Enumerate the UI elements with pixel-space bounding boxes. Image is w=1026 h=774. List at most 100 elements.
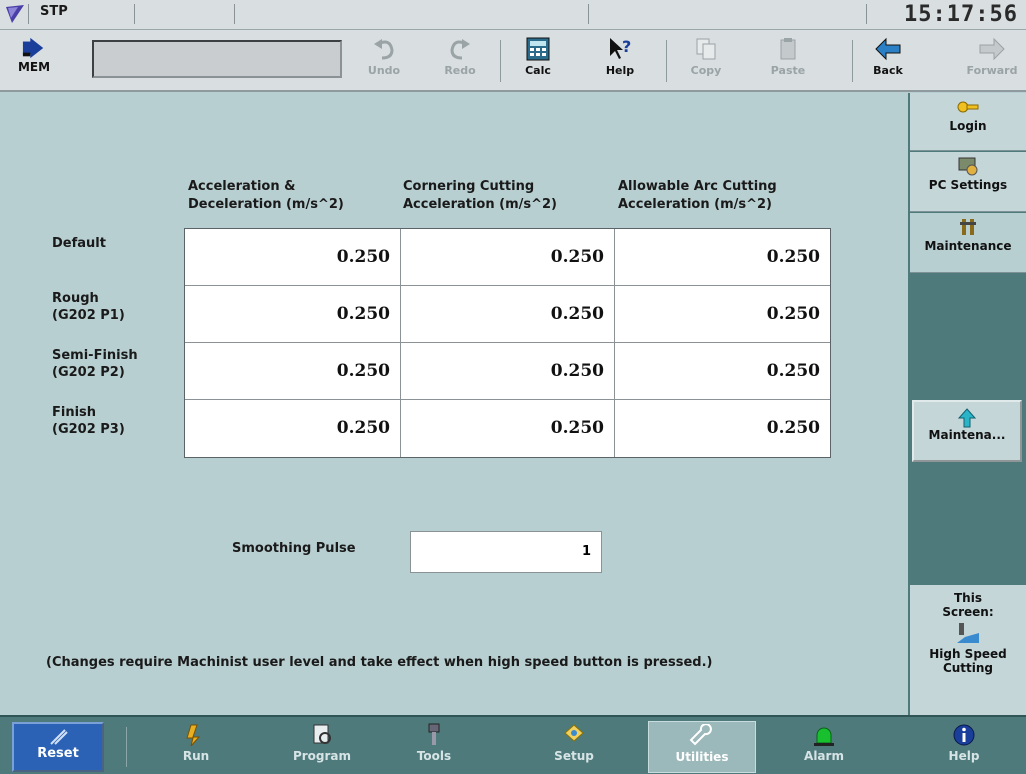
status-divider — [28, 4, 29, 24]
pc-settings-icon — [958, 157, 978, 176]
this-screen-indicator: This Screen: High Speed Cutting — [910, 585, 1026, 715]
tools-icon — [428, 723, 440, 745]
help-label: Help — [605, 64, 635, 77]
setup-icon — [564, 724, 584, 742]
nav-run[interactable]: Run — [142, 721, 250, 773]
svg-text:?: ? — [622, 37, 631, 56]
screen-name-line: High Speed — [929, 647, 1007, 661]
screen-name-line: Cutting — [942, 661, 994, 675]
arrow-right-icon — [22, 37, 44, 59]
calc-label: Calc — [525, 64, 551, 77]
row-label-line: (G202 P3) — [52, 422, 125, 437]
info-note: (Changes require Machinist user level an… — [46, 655, 713, 670]
reset-label: Reset — [37, 746, 79, 761]
smoothing-pulse-label: Smoothing Pulse — [232, 541, 356, 556]
nav-program[interactable]: Program — [268, 721, 376, 773]
maintenance-label: Maintenance — [924, 239, 1012, 253]
column-header-line: Allowable Arc Cutting — [618, 179, 777, 194]
forward-arrow-icon — [979, 37, 1005, 61]
row-label-line: (G202 P2) — [52, 365, 125, 380]
alarm-light-icon — [814, 727, 834, 746]
run-icon — [186, 724, 201, 747]
back-button[interactable]: Back — [858, 34, 918, 88]
row-label-semi-finish: Semi-Finish (G202 P2) — [52, 347, 138, 381]
nav-label: Run — [182, 749, 210, 763]
back-label: Back — [873, 64, 903, 77]
clock: 15:17:56 — [904, 2, 1018, 27]
mem-label: MEM — [17, 60, 51, 74]
table-cell[interactable]: 0.250 — [185, 343, 401, 400]
table-cell[interactable]: 0.250 — [615, 400, 830, 457]
nav-utilities[interactable]: Utilities — [648, 721, 756, 773]
nav-label: Tools — [416, 749, 452, 763]
this-screen-line: Screen: — [942, 605, 994, 619]
undo-button[interactable]: Undo — [354, 34, 414, 88]
row-label-finish: Finish (G202 P3) — [52, 404, 125, 438]
forward-label: Forward — [966, 64, 1018, 77]
toolbar: MEM Undo Redo Calc ? Help Copy Paste Bac… — [0, 30, 1026, 92]
status-divider — [134, 4, 135, 24]
help-button[interactable]: ? Help — [590, 34, 650, 88]
logo-icon — [6, 5, 24, 23]
right-panel: Login PC Settings Maintenance Maintena..… — [908, 93, 1026, 715]
redo-button[interactable]: Redo — [430, 34, 490, 88]
calc-button[interactable]: Calc — [508, 34, 568, 88]
tab-maintenance[interactable]: Maintenance — [910, 213, 1026, 273]
table-cell[interactable]: 0.250 — [615, 229, 830, 286]
table-cell[interactable]: 0.250 — [615, 286, 830, 343]
table-cell[interactable]: 0.250 — [401, 400, 615, 457]
column-header-line: Acceleration (m/s^2) — [403, 197, 557, 212]
redo-icon — [450, 39, 470, 60]
copy-button[interactable]: Copy — [676, 34, 736, 88]
redo-label: Redo — [444, 64, 476, 77]
command-input[interactable] — [92, 40, 342, 78]
row-label-line: Rough — [52, 291, 99, 306]
table-cell[interactable]: 0.250 — [401, 286, 615, 343]
row-label-default: Default — [52, 235, 106, 252]
table-cell[interactable]: 0.250 — [401, 343, 615, 400]
paste-button[interactable]: Paste — [758, 34, 818, 88]
forward-button[interactable]: Forward — [962, 34, 1022, 88]
smoothing-pulse-field[interactable]: 1 — [410, 531, 602, 573]
info-icon — [953, 724, 975, 746]
nav-help[interactable]: Help — [910, 721, 1018, 773]
nav-alarm[interactable]: Alarm — [770, 721, 878, 773]
table-cell[interactable]: 0.250 — [401, 229, 615, 286]
table-cell[interactable]: 0.250 — [615, 343, 830, 400]
nav-setup[interactable]: Setup — [520, 721, 628, 773]
up-arrow-icon — [957, 408, 977, 428]
this-screen-line: This — [954, 591, 982, 605]
tab-pc-settings[interactable]: PC Settings — [910, 152, 1026, 212]
back-arrow-icon — [875, 37, 901, 61]
table-cell[interactable]: 0.250 — [185, 229, 401, 286]
tab-login[interactable]: Login — [910, 93, 1026, 151]
status-divider — [234, 4, 235, 24]
login-label: Login — [949, 119, 987, 133]
maintenance-button[interactable]: Maintena... — [912, 400, 1022, 462]
acceleration-table: 0.250 0.250 0.250 0.250 0.250 0.250 0.25… — [184, 228, 831, 458]
mem-button[interactable]: MEM — [4, 34, 64, 88]
nav-label: Utilities — [675, 750, 729, 764]
nav-tools[interactable]: Tools — [380, 721, 488, 773]
column-header-line: Cornering Cutting — [403, 179, 535, 194]
column-header-line: Acceleration & — [188, 179, 296, 194]
row-label-line: Default — [52, 236, 106, 251]
column-header-arc: Allowable Arc Cutting Acceleration (m/s^… — [618, 178, 777, 214]
program-icon — [313, 724, 331, 744]
row-label-rough: Rough (G202 P1) — [52, 290, 125, 324]
toolbar-divider — [852, 40, 853, 82]
undo-icon — [374, 39, 394, 60]
reset-button[interactable]: Reset — [12, 722, 104, 772]
bottom-nav: Reset Run Program Tools Setup Utilities … — [0, 715, 1026, 774]
nav-divider — [126, 727, 127, 767]
copy-label: Copy — [690, 64, 722, 77]
nav-label: Setup — [554, 749, 594, 763]
help-cursor-icon: ? — [610, 37, 631, 59]
status-bar: STP 15:17:56 — [0, 0, 1026, 30]
table-cell[interactable]: 0.250 — [185, 400, 401, 457]
main-content: Acceleration & Deceleration (m/s^2) Corn… — [0, 93, 908, 715]
calculator-icon — [526, 37, 550, 61]
nav-label: Program — [292, 749, 352, 763]
copy-icon — [696, 38, 716, 60]
table-cell[interactable]: 0.250 — [185, 286, 401, 343]
